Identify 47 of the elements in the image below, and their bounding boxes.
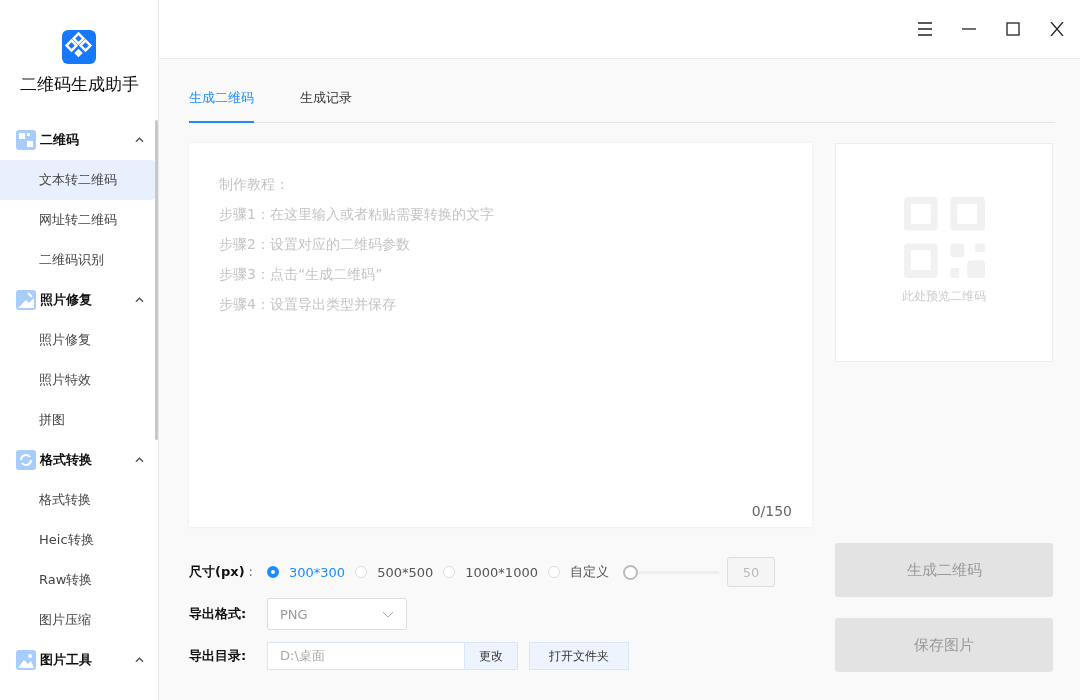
maximize-icon[interactable]: [1005, 22, 1021, 36]
sidebar-item[interactable]: 二维码识别: [0, 240, 156, 280]
sidebar-group[interactable]: 照片修复: [0, 280, 158, 320]
sidebar-group[interactable]: 格式转换: [0, 440, 158, 480]
slider-thumb[interactable]: [622, 564, 638, 580]
size-label: 尺寸(px): [189, 564, 245, 579]
sidebar-item[interactable]: 格式转换: [0, 480, 156, 520]
scrollbar[interactable]: [155, 120, 158, 440]
caret-icon: [135, 657, 144, 663]
format-label: 导出格式:: [189, 605, 248, 623]
caret-icon: [135, 137, 144, 143]
sidebar-item[interactable]: Raw转换: [0, 560, 156, 600]
sidebar-item[interactable]: 照片特效: [0, 360, 156, 400]
sidebar-group[interactable]: 二维码: [0, 120, 158, 160]
change-button[interactable]: 更改: [464, 642, 518, 670]
image-icon: [16, 290, 36, 310]
sidebar-group[interactable]: 图片工具: [0, 640, 158, 680]
close-icon[interactable]: [1049, 22, 1065, 36]
refresh-icon: [16, 450, 36, 470]
radio-label: 1000*1000: [465, 564, 538, 580]
radio-button[interactable]: [267, 566, 279, 578]
directory-label: 导出目录:: [189, 647, 248, 665]
app-title: 二维码生成助手: [19, 73, 139, 96]
qr-code-icon: [16, 130, 36, 150]
sidebar-item[interactable]: 照片修复: [0, 320, 156, 360]
app-logo-icon: [62, 30, 96, 64]
size-slider[interactable]: [622, 564, 719, 580]
image-icon: [16, 650, 36, 670]
character-counter: 0/150: [751, 503, 792, 519]
radio-label: 500*500: [377, 564, 434, 580]
chevron-down-icon: [382, 610, 394, 618]
open-folder-button[interactable]: 打开文件夹: [529, 642, 629, 670]
colon: :: [248, 564, 253, 579]
placeholder-line: 步骤1：在这里输入或者粘贴需要转换的文字: [219, 205, 495, 224]
radio-label: 300*300: [289, 564, 346, 580]
sidebar-item[interactable]: Heic转换: [0, 520, 156, 560]
tab[interactable]: 生成记录: [300, 89, 352, 123]
sidebar-item[interactable]: 拼图: [0, 400, 156, 440]
sidebar-item[interactable]: 图片压缩: [0, 600, 156, 640]
caret-icon: [135, 457, 144, 463]
sidebar-item[interactable]: 网址转二维码: [0, 200, 156, 240]
placeholder-line: 制作教程：: [219, 175, 290, 194]
placeholder-line: 步骤4：设置导出类型并保存: [219, 295, 397, 314]
radio-label: 自定义: [569, 563, 609, 581]
sidebar-item[interactable]: 文本转二维码: [0, 160, 156, 200]
menu-icon[interactable]: [917, 22, 933, 36]
caret-icon: [135, 297, 144, 303]
